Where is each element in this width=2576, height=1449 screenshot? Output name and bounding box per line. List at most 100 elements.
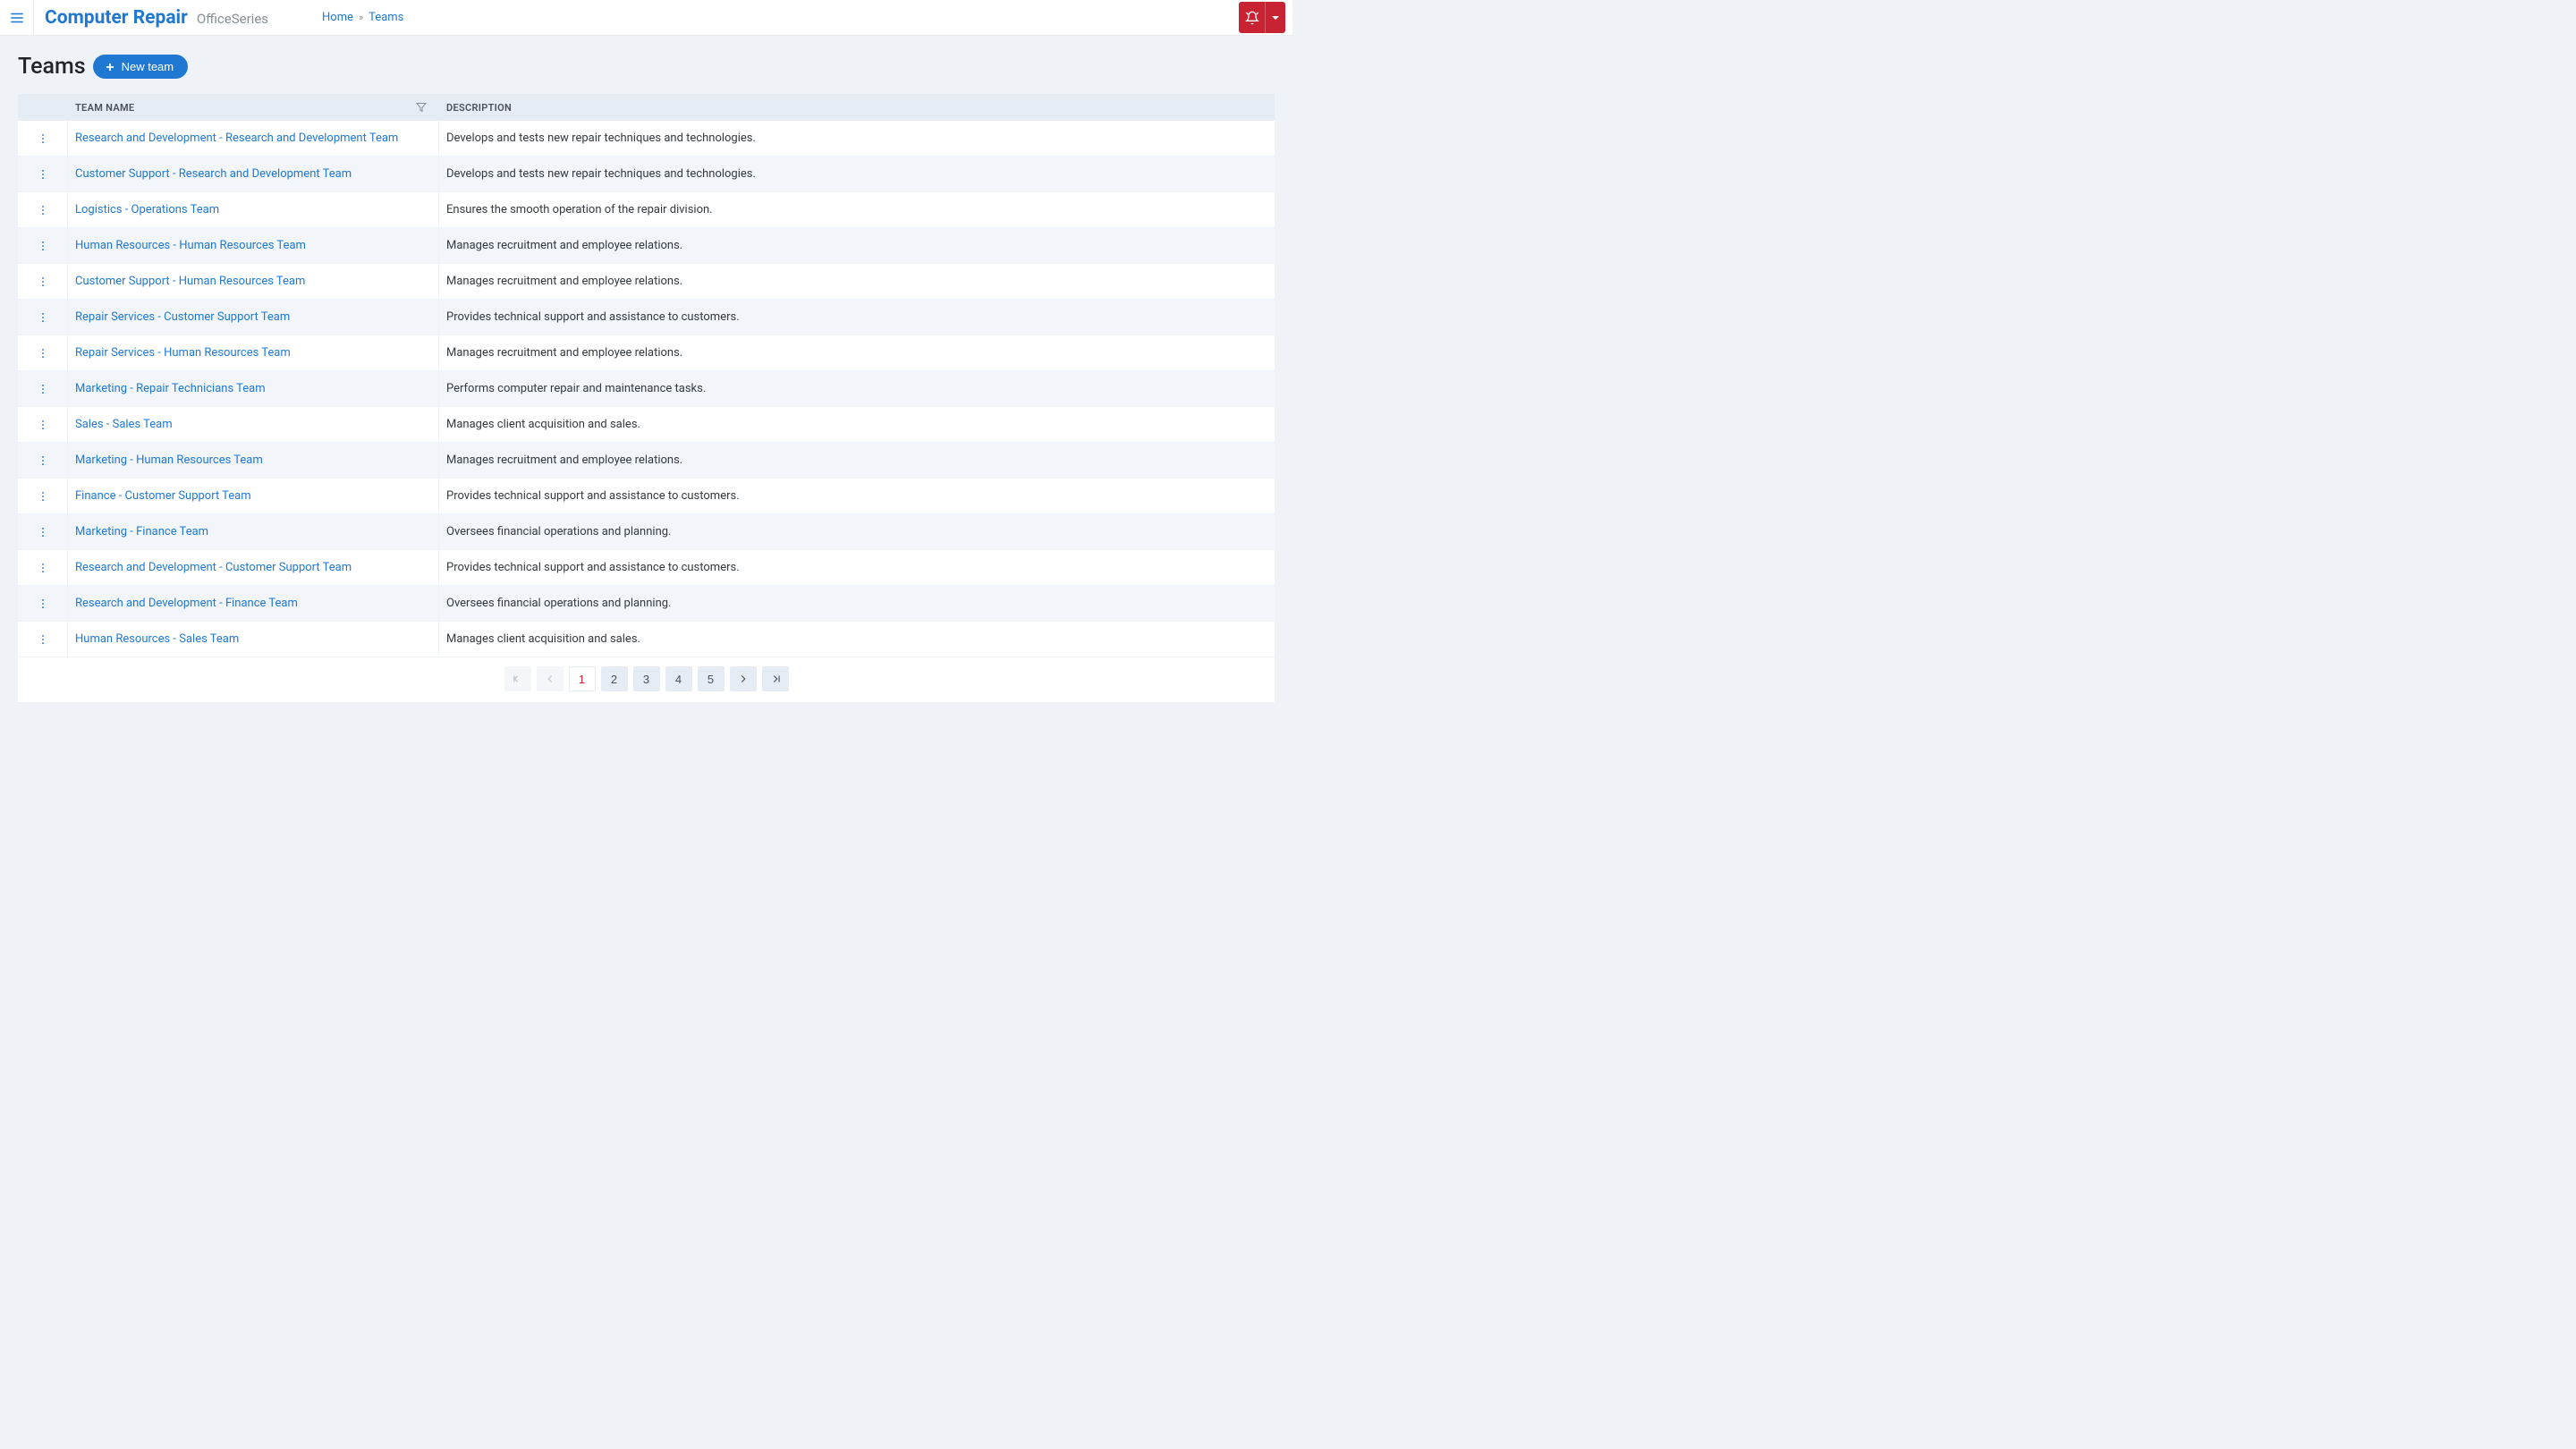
more-vertical-icon bbox=[37, 419, 49, 431]
brand: Computer Repair OfficeSeries bbox=[34, 7, 279, 29]
table-row: Marketing - Repair Technicians Team Perf… bbox=[18, 371, 1275, 407]
page-last-button[interactable] bbox=[762, 666, 789, 691]
brand-sub: OfficeSeries bbox=[197, 11, 268, 27]
team-description: Provides technical support and assistanc… bbox=[439, 489, 1275, 503]
page-number-4[interactable]: 4 bbox=[665, 666, 692, 691]
team-name-link[interactable]: Human Resources - Human Resources Team bbox=[75, 239, 306, 252]
more-vertical-icon bbox=[37, 168, 49, 181]
team-description: Provides technical support and assistanc… bbox=[439, 310, 1275, 324]
team-name-link[interactable]: Marketing - Finance Team bbox=[75, 525, 208, 538]
header-name-col[interactable]: TEAM NAME bbox=[68, 102, 439, 114]
page-number-2[interactable]: 2 bbox=[601, 666, 628, 691]
breadcrumb: Home » Teams bbox=[322, 11, 403, 24]
team-name-link[interactable]: Sales - Sales Team bbox=[75, 418, 173, 431]
row-menu-button[interactable] bbox=[32, 557, 54, 579]
table-row: Customer Support - Research and Developm… bbox=[18, 157, 1275, 192]
row-menu-button[interactable] bbox=[32, 450, 54, 471]
row-menu-button[interactable] bbox=[32, 378, 54, 400]
topbar-right bbox=[1239, 2, 1292, 33]
team-description: Manages recruitment and employee relatio… bbox=[439, 275, 1275, 288]
team-description: Develops and tests new repair techniques… bbox=[439, 167, 1275, 181]
breadcrumb-home[interactable]: Home bbox=[322, 11, 353, 24]
team-description: Oversees financial operations and planni… bbox=[439, 525, 1275, 538]
new-team-button[interactable]: New team bbox=[93, 55, 189, 79]
team-description: Manages client acquisition and sales. bbox=[439, 418, 1275, 431]
filter-icon bbox=[416, 102, 427, 113]
row-menu-button[interactable] bbox=[32, 343, 54, 364]
team-name-link[interactable]: Repair Services - Customer Support Team bbox=[75, 310, 290, 324]
page-prev-button bbox=[537, 666, 564, 691]
page-body: Teams New team TEAM NAME DESCRIPTION R bbox=[0, 36, 1292, 720]
team-description: Manages recruitment and employee relatio… bbox=[439, 453, 1275, 467]
first-page-icon bbox=[512, 673, 524, 685]
more-vertical-icon bbox=[37, 347, 49, 360]
row-menu-button[interactable] bbox=[32, 164, 54, 185]
last-page-icon bbox=[769, 673, 782, 685]
hamburger-icon bbox=[9, 10, 25, 26]
bell-icon bbox=[1245, 11, 1259, 25]
row-menu-button[interactable] bbox=[32, 629, 54, 650]
page-number-5[interactable]: 5 bbox=[698, 666, 724, 691]
page-title: Teams bbox=[18, 54, 86, 80]
row-menu-button[interactable] bbox=[32, 486, 54, 507]
table-row: Repair Services - Customer Support Team … bbox=[18, 300, 1275, 335]
row-menu-button[interactable] bbox=[32, 235, 54, 257]
team-name-link[interactable]: Customer Support - Research and Developm… bbox=[75, 167, 352, 181]
more-vertical-icon bbox=[37, 240, 49, 252]
row-menu-button[interactable] bbox=[32, 128, 54, 149]
page-header: Teams New team bbox=[18, 54, 1275, 80]
row-menu-button[interactable] bbox=[32, 307, 54, 328]
breadcrumb-separator: » bbox=[359, 12, 363, 23]
team-description: Performs computer repair and maintenance… bbox=[439, 382, 1275, 395]
table-row: Marketing - Finance Team Oversees financ… bbox=[18, 514, 1275, 550]
more-vertical-icon bbox=[37, 597, 49, 610]
more-vertical-icon bbox=[37, 311, 49, 324]
team-name-link[interactable]: Logistics - Operations Team bbox=[75, 203, 219, 216]
more-vertical-icon bbox=[37, 633, 49, 646]
header-name-label: TEAM NAME bbox=[75, 102, 134, 114]
more-vertical-icon bbox=[37, 275, 49, 288]
chevron-right-icon bbox=[737, 673, 750, 685]
table-row: Research and Development - Research and … bbox=[18, 121, 1275, 157]
team-name-link[interactable]: Research and Development - Customer Supp… bbox=[75, 561, 352, 574]
team-name-link[interactable]: Repair Services - Human Resources Team bbox=[75, 346, 291, 360]
chevron-down-icon bbox=[1272, 16, 1279, 20]
filter-button[interactable] bbox=[416, 102, 432, 113]
page-number-3[interactable]: 3 bbox=[633, 666, 660, 691]
team-name-link[interactable]: Research and Development - Finance Team bbox=[75, 597, 298, 610]
plus-icon bbox=[104, 61, 116, 73]
header-description-col[interactable]: DESCRIPTION bbox=[439, 102, 1275, 114]
hamburger-menu-button[interactable] bbox=[0, 0, 34, 36]
topbar: Computer Repair OfficeSeries Home » Team… bbox=[0, 0, 1292, 36]
notifications-button[interactable] bbox=[1239, 2, 1266, 33]
table-row: Human Resources - Sales Team Manages cli… bbox=[18, 622, 1275, 657]
more-vertical-icon bbox=[37, 526, 49, 538]
row-menu-button[interactable] bbox=[32, 521, 54, 543]
team-name-link[interactable]: Human Resources - Sales Team bbox=[75, 632, 239, 646]
more-vertical-icon bbox=[37, 383, 49, 395]
team-name-link[interactable]: Customer Support - Human Resources Team bbox=[75, 275, 305, 288]
page-number-1[interactable]: 1 bbox=[569, 666, 596, 691]
team-name-link[interactable]: Marketing - Repair Technicians Team bbox=[75, 382, 266, 395]
team-name-link[interactable]: Research and Development - Research and … bbox=[75, 131, 398, 145]
chevron-left-icon bbox=[544, 673, 556, 685]
row-menu-button[interactable] bbox=[32, 271, 54, 292]
team-description: Oversees financial operations and planni… bbox=[439, 597, 1275, 610]
page-next-button[interactable] bbox=[730, 666, 757, 691]
more-vertical-icon bbox=[37, 454, 49, 467]
new-team-label: New team bbox=[122, 60, 174, 73]
team-name-link[interactable]: Marketing - Human Resources Team bbox=[75, 453, 263, 467]
team-description: Provides technical support and assistanc… bbox=[439, 561, 1275, 574]
row-menu-button[interactable] bbox=[32, 414, 54, 436]
more-vertical-icon bbox=[37, 562, 49, 574]
row-menu-button[interactable] bbox=[32, 199, 54, 221]
team-description: Manages recruitment and employee relatio… bbox=[439, 346, 1275, 360]
table-row: Human Resources - Human Resources Team M… bbox=[18, 228, 1275, 264]
team-name-link[interactable]: Finance - Customer Support Team bbox=[75, 489, 251, 503]
table-row: Customer Support - Human Resources Team … bbox=[18, 264, 1275, 300]
user-dropdown-button[interactable] bbox=[1266, 2, 1285, 33]
table-row: Logistics - Operations Team Ensures the … bbox=[18, 192, 1275, 228]
table-body: Research and Development - Research and … bbox=[18, 121, 1275, 657]
row-menu-button[interactable] bbox=[32, 593, 54, 614]
breadcrumb-current[interactable]: Teams bbox=[369, 11, 403, 24]
